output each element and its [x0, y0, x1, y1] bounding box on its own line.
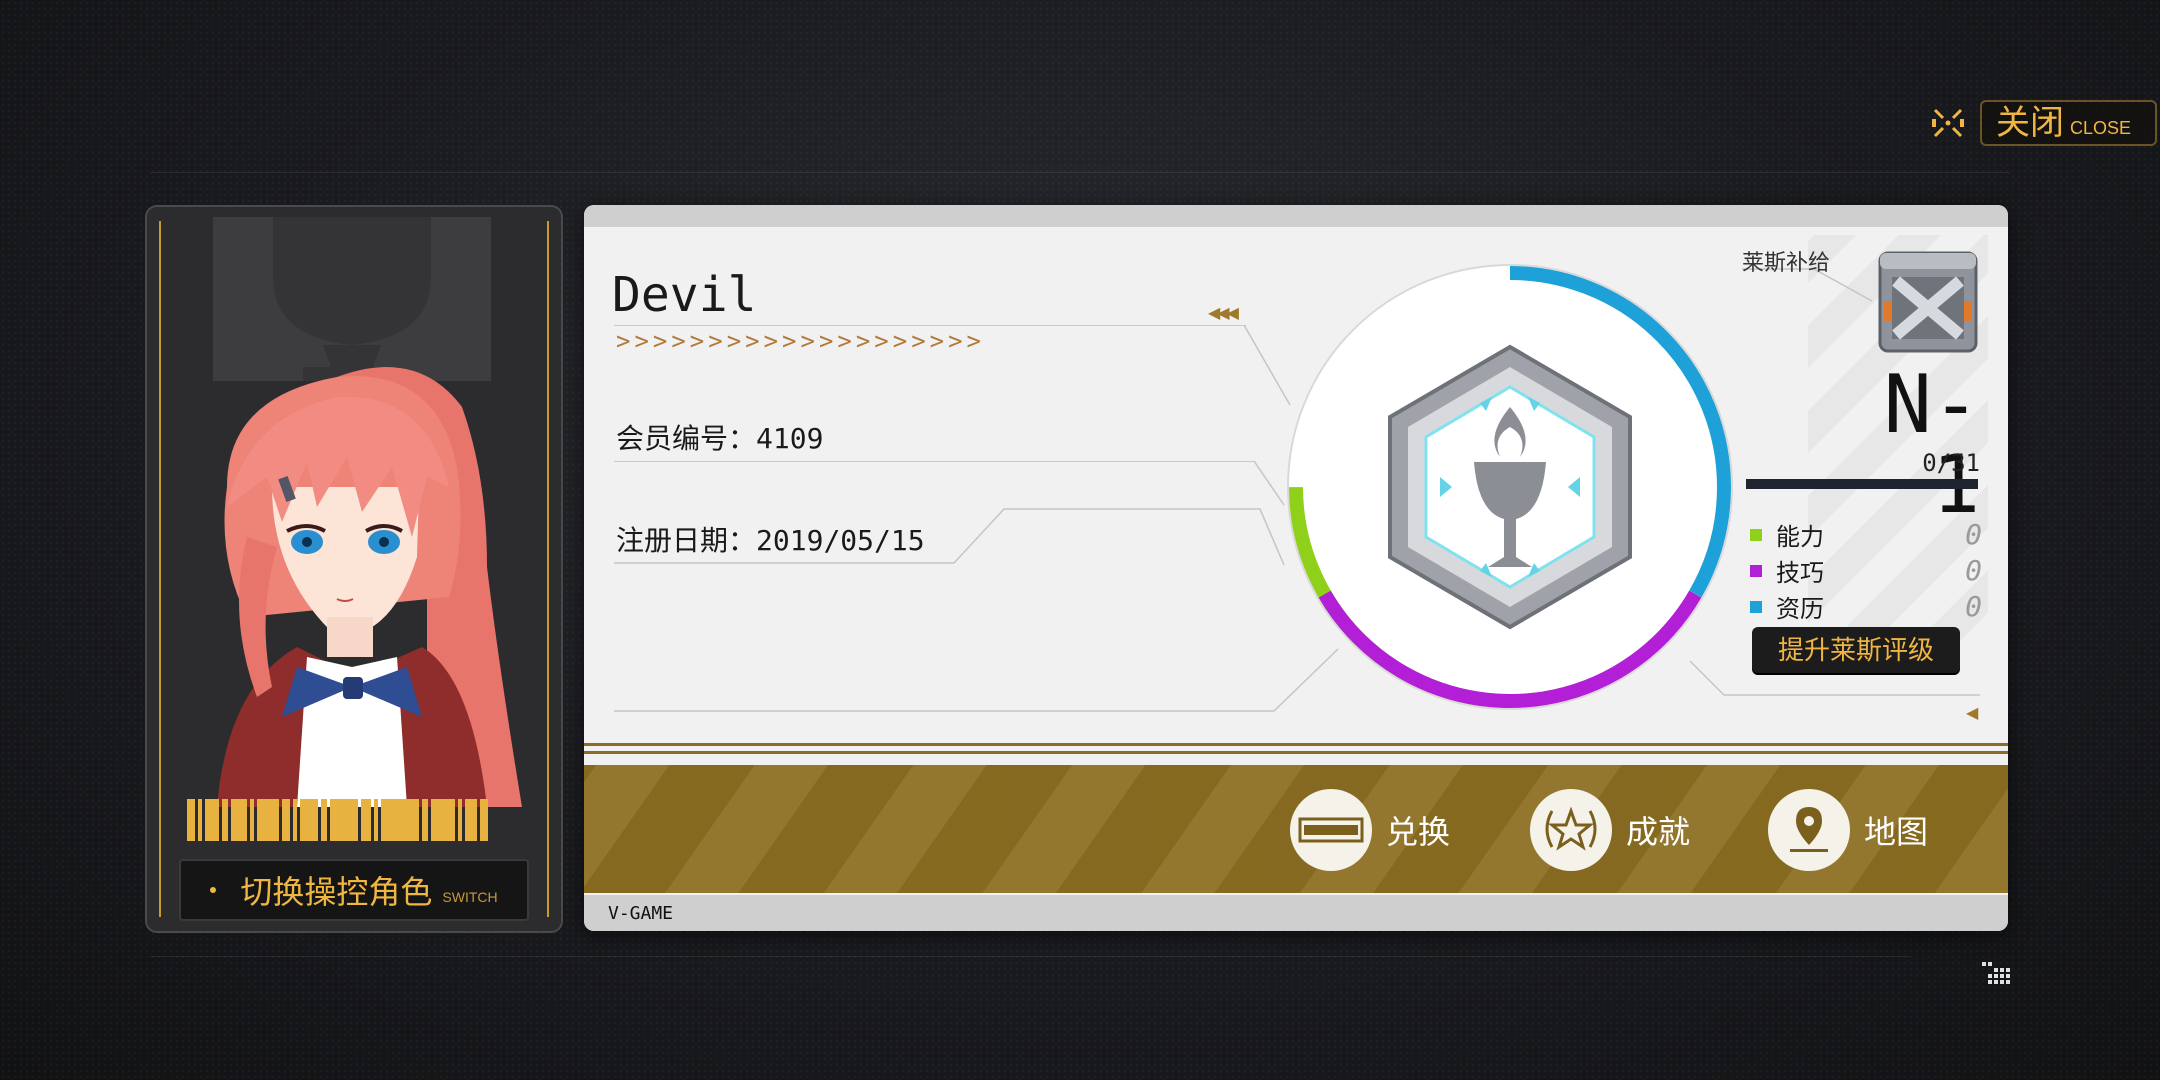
rank-progress-bar: [1746, 479, 1978, 489]
background-line: [150, 956, 1910, 957]
gold-rule: [584, 751, 2008, 754]
card-border-line: [547, 221, 549, 917]
switch-label-en: SWITCH: [442, 889, 498, 905]
close-control[interactable]: 关闭 CLOSE: [1930, 100, 2158, 146]
stat-value: 0: [1965, 554, 1982, 587]
stat-name: 技巧: [1776, 560, 1824, 587]
character-card: 切换操控角色 SWITCH: [145, 205, 563, 933]
character-portrait: [217, 367, 522, 807]
close-icon[interactable]: [1930, 105, 1966, 141]
achievement-label: 成就: [1626, 814, 1691, 850]
close-button[interactable]: 关闭 CLOSE: [1980, 100, 2158, 146]
rank-title: N-1: [1883, 358, 1980, 531]
exchange-label: 兑换: [1386, 814, 1451, 850]
gold-rule: [584, 743, 2008, 746]
stat-value: 0: [1965, 518, 1982, 551]
rank-progress-text: 0/31: [1922, 449, 1980, 477]
supply-label: 莱斯补给: [1742, 250, 1831, 275]
close-label: 关闭: [1996, 104, 2064, 142]
stat-color-swatch: [1750, 564, 1762, 577]
stat-name: 能力: [1776, 524, 1824, 551]
stat-color-swatch: [1750, 600, 1762, 613]
stat-color-swatch: [1750, 528, 1762, 541]
triangle-icon: ◀: [1966, 703, 1979, 722]
stat-name: 资历: [1776, 596, 1824, 623]
stat-skill: 技巧 0: [1750, 553, 1982, 588]
grid-icon[interactable]: [1982, 962, 2012, 984]
bullet-dot: [210, 887, 217, 893]
barcode-decoration: [187, 799, 519, 841]
star-wreath-icon: [1530, 789, 1612, 871]
switch-label: 切换操控角色: [240, 874, 433, 910]
stat-value: 0: [1965, 590, 1982, 623]
stat-ability: 能力 0: [1750, 517, 1982, 552]
footer-brand: V-GAME: [608, 903, 674, 924]
profile-card: Devil ◀◀◀ >>>>>>>>>>>>>>>>>>>> 会员编号：4109…: [584, 205, 2008, 931]
exchange-button[interactable]: 兑换: [1290, 789, 1450, 871]
stat-seniority: 资历 0: [1750, 589, 1982, 624]
rank-ring: [1287, 264, 1733, 710]
close-label-en: CLOSE: [2070, 118, 2132, 138]
supply-crate-icon[interactable]: [1876, 247, 1980, 355]
card-border-line: [159, 221, 161, 917]
achievement-button[interactable]: 成就: [1530, 789, 1690, 871]
map-label: 地图: [1864, 814, 1929, 850]
map-button[interactable]: 地图: [1768, 789, 1928, 871]
ticket-icon: [1290, 789, 1372, 871]
switch-character-button[interactable]: 切换操控角色 SWITCH: [179, 859, 529, 921]
upgrade-rank-button[interactable]: 提升莱斯评级: [1752, 627, 1960, 673]
map-pin-icon: [1768, 789, 1850, 871]
background-line: [150, 172, 2010, 173]
card-footer: [584, 895, 2008, 931]
